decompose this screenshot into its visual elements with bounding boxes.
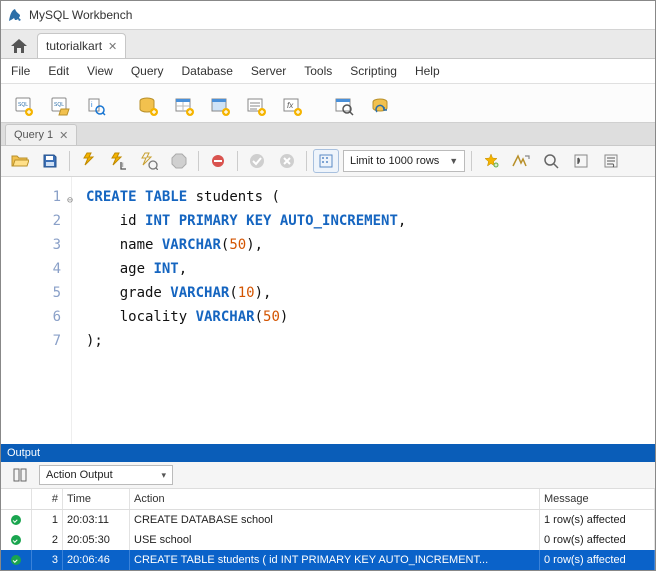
stop-button[interactable] <box>166 149 192 173</box>
menu-scripting[interactable]: Scripting <box>350 64 397 78</box>
success-icon <box>11 515 21 525</box>
create-table-button[interactable] <box>169 88 199 118</box>
menubar: File Edit View Query Database Server Too… <box>1 59 655 84</box>
row-limit-label: Limit to 1000 rows <box>350 155 439 167</box>
save-file-button[interactable] <box>37 149 63 173</box>
fold-icon[interactable]: ⊖ <box>67 189 73 213</box>
toggle-autocommit-button[interactable] <box>205 149 231 173</box>
connection-tabstrip: tutorialkart ✕ <box>1 30 655 59</box>
window-title: MySQL Workbench <box>29 8 132 22</box>
svg-text:fx: fx <box>287 101 294 110</box>
editor-toolbar: I Limit to 1000 rows ▼ <box>1 146 655 177</box>
output-type-label: Action Output <box>46 469 113 481</box>
col-action[interactable]: Action <box>130 489 540 509</box>
svg-text:I: I <box>122 163 124 169</box>
row-limit-dropdown[interactable]: Limit to 1000 rows ▼ <box>343 150 465 172</box>
explain-button[interactable] <box>136 149 162 173</box>
reconnect-button[interactable] <box>365 88 395 118</box>
execute-all-button[interactable] <box>76 149 102 173</box>
search-table-data-button[interactable] <box>329 88 359 118</box>
find-button[interactable] <box>508 149 534 173</box>
home-button[interactable] <box>5 34 33 58</box>
separator <box>306 151 307 171</box>
col-message[interactable]: Message <box>540 489 655 509</box>
create-schema-button[interactable] <box>133 88 163 118</box>
separator <box>198 151 199 171</box>
window-titlebar: MySQL Workbench <box>1 1 655 30</box>
inspector-button[interactable]: i <box>81 88 111 118</box>
output-toolbar: Action Output ▾ <box>1 462 655 489</box>
separator <box>237 151 238 171</box>
separator <box>69 151 70 171</box>
menu-server[interactable]: Server <box>251 64 286 78</box>
output-row[interactable]: 1 20:03:11 CREATE DATABASE school 1 row(… <box>1 510 655 530</box>
col-index[interactable]: # <box>32 489 63 509</box>
separator <box>471 151 472 171</box>
col-time[interactable]: Time <box>63 489 130 509</box>
create-procedure-button[interactable] <box>241 88 271 118</box>
menu-file[interactable]: File <box>11 64 30 78</box>
output-panel-header[interactable]: Output <box>1 444 655 462</box>
create-view-button[interactable] <box>205 88 235 118</box>
app-logo-icon <box>7 7 23 23</box>
close-icon[interactable]: ✕ <box>59 129 68 142</box>
success-icon <box>11 535 21 545</box>
sql-editor[interactable]: 1234567 ⊖ CREATE TABLE students ( id INT… <box>1 177 655 444</box>
svg-text:SQL: SQL <box>18 102 28 108</box>
commit-button[interactable] <box>244 149 270 173</box>
output-row-selected[interactable]: 3 20:06:46 CREATE TABLE students ( id IN… <box>1 550 655 570</box>
menu-edit[interactable]: Edit <box>48 64 69 78</box>
new-sql-tab-button[interactable]: SQL <box>9 88 39 118</box>
open-file-button[interactable] <box>7 149 33 173</box>
chevron-down-icon: ▾ <box>161 470 166 481</box>
menu-query[interactable]: Query <box>131 64 164 78</box>
output-row[interactable]: 2 20:05:30 USE school 0 row(s) affected <box>1 530 655 550</box>
menu-view[interactable]: View <box>87 64 113 78</box>
sql-tabstrip: Query 1 ✕ <box>1 123 655 146</box>
connection-tab[interactable]: tutorialkart ✕ <box>37 33 126 58</box>
sql-tab[interactable]: Query 1 ✕ <box>5 124 77 145</box>
menu-help[interactable]: Help <box>415 64 440 78</box>
svg-text:SQL: SQL <box>54 102 64 108</box>
output-type-dropdown[interactable]: Action Output ▾ <box>39 465 173 485</box>
execute-current-button[interactable]: I <box>106 149 132 173</box>
success-icon <box>11 555 21 565</box>
chevron-down-icon: ▼ <box>449 156 458 166</box>
open-sql-file-button[interactable]: SQL <box>45 88 75 118</box>
connection-tab-label: tutorialkart <box>46 39 102 53</box>
line-gutter: 1234567 ⊖ <box>1 177 72 444</box>
close-icon[interactable]: ✕ <box>108 40 117 53</box>
menu-tools[interactable]: Tools <box>304 64 332 78</box>
search-button[interactable] <box>538 149 564 173</box>
toggle-whitespace-button[interactable] <box>313 149 339 173</box>
rollback-button[interactable] <box>274 149 300 173</box>
menu-database[interactable]: Database <box>182 64 233 78</box>
toggle-invisible-button[interactable] <box>568 149 594 173</box>
code-content[interactable]: CREATE TABLE students ( id INT PRIMARY K… <box>72 177 406 444</box>
main-toolbar: SQL SQL i fx <box>1 84 655 123</box>
sql-tab-label: Query 1 <box>14 129 53 141</box>
beautify-button[interactable] <box>478 149 504 173</box>
output-view-toggle-button[interactable] <box>7 463 33 487</box>
output-title: Output <box>7 447 40 459</box>
output-grid: # Time Action Message 1 20:03:11 CREATE … <box>1 489 655 570</box>
toggle-wrap-button[interactable] <box>598 149 624 173</box>
output-grid-header: # Time Action Message <box>1 489 655 510</box>
create-function-button[interactable]: fx <box>277 88 307 118</box>
